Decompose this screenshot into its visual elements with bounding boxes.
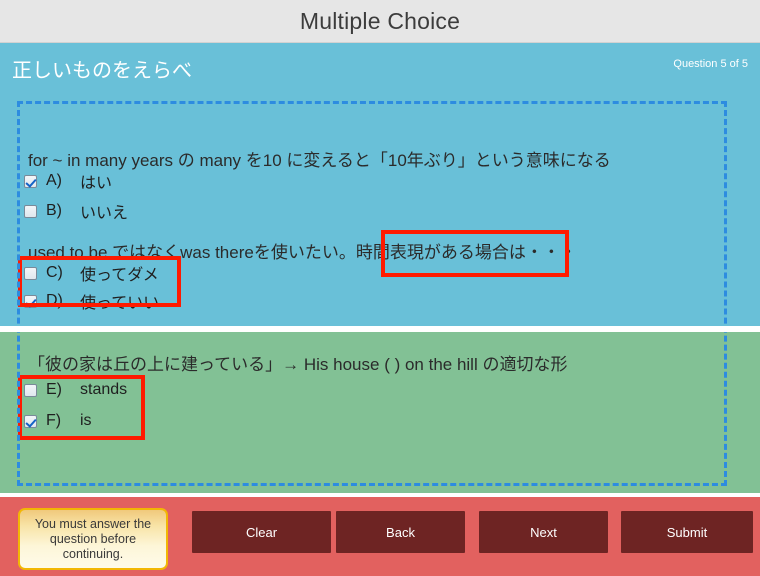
option-letter-c: C) [46, 264, 63, 281]
option-letter-b: B) [46, 202, 62, 219]
validation-warning-tooltip: You must answer the question before cont… [18, 508, 168, 570]
clear-button[interactable]: Clear [192, 511, 331, 553]
checkbox-e-unchecked-icon[interactable] [24, 383, 37, 397]
checkbox-c-unchecked-icon[interactable] [24, 266, 37, 280]
checkbox-d-checked-icon[interactable] [24, 294, 37, 308]
option-label-a: はい [80, 175, 113, 192]
question-header: 正しいものをえらべ Question 5 of 5 [0, 42, 760, 92]
option-row-c[interactable]: C) 使ってダメ [24, 261, 159, 285]
option-label-c: 使ってダメ [80, 267, 159, 284]
footer-toolbar: You must answer the question before cont… [0, 497, 760, 576]
checkbox-f-checked-icon[interactable] [24, 414, 37, 428]
quiz-window: Multiple Choice 正しいものをえらべ Question 5 of … [0, 0, 760, 576]
back-button[interactable]: Back [336, 511, 465, 553]
next-button[interactable]: Next [479, 511, 608, 553]
option-letter-d: D) [46, 292, 63, 309]
option-letter-a: A) [46, 172, 62, 189]
question-prompt-3: 「彼の家は丘の上に建っている」→ His house ( ) on the hi… [28, 355, 568, 374]
option-row-d[interactable]: D) 使っていい [24, 289, 159, 313]
option-row-f[interactable]: F) is [24, 412, 92, 430]
window-titlebar: Multiple Choice [0, 0, 760, 42]
option-label-e: stands [80, 381, 128, 398]
window-title: Multiple Choice [299, 7, 461, 34]
focus-frame-gap-mask [0, 326, 760, 332]
option-label-d: 使っていい [80, 295, 160, 312]
question-counter: Question 5 of 5 [673, 58, 748, 70]
checkbox-b-unchecked-icon[interactable] [24, 204, 37, 218]
option-row-e[interactable]: E) stands [24, 381, 127, 399]
question-prompt-2: used to be ではなくwas thereを使いたい。時間表現がある場合は… [28, 243, 577, 262]
submit-button[interactable]: Submit [621, 511, 753, 553]
option-row-b[interactable]: B) いいえ [24, 199, 128, 223]
option-letter-e: E) [46, 381, 62, 398]
option-letter-f: F) [46, 412, 62, 429]
question-prompt-1: for ~ in many years の many を10 に変えると「10年… [28, 151, 611, 170]
question-title: 正しいものをえらべ [12, 60, 192, 82]
option-label-f: is [80, 412, 92, 429]
option-label-b: いいえ [80, 205, 129, 222]
checkbox-a-checked-icon[interactable] [24, 174, 37, 188]
option-row-a[interactable]: A) はい [24, 169, 112, 193]
